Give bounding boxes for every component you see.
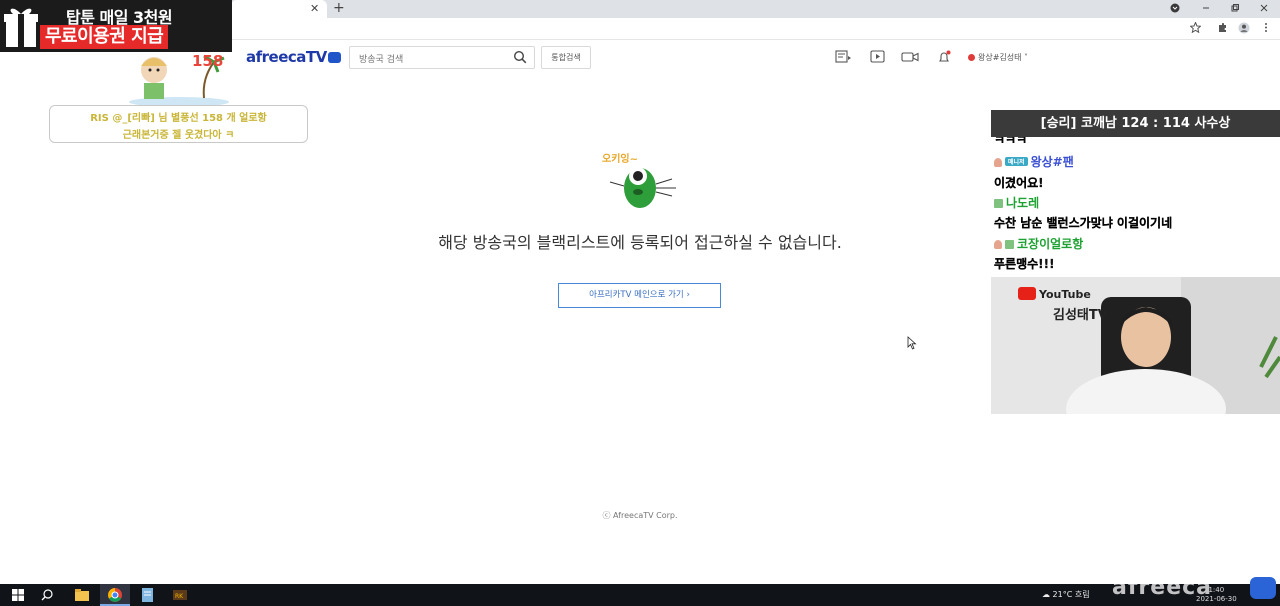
logo-text: afreecaTV [246, 48, 327, 66]
user-name: 왕상#김성태 ˅ [978, 53, 1029, 62]
chat-username: 코장이얼로항 [1017, 237, 1084, 251]
mouse-cursor-icon [907, 336, 917, 350]
logo-tv-icon [327, 52, 341, 63]
chat-message: 수찬 남순 밸런스가맞냐 이걸이기네 [994, 216, 1173, 230]
blacklist-message: 해당 방송국의 블랙리스트에 등록되어 접근하실 수 없습니다. [438, 233, 842, 252]
chrome-icon[interactable] [106, 586, 124, 604]
chat-username: 왕상#팬 [1030, 155, 1074, 169]
chat-overlay: ㅋㅋㅋ 매니저 왕상#팬 이겼어요! 나도레 수찬 남순 밸런스가맞냐 이걸이기네… [991, 137, 1280, 277]
weather-text: 21°C 흐림 [1052, 590, 1090, 599]
file-explorer-icon[interactable] [73, 586, 91, 604]
copyright-text: ⓒ AfreecaTV Corp. [602, 511, 678, 520]
chat-message: 이겼어요! [994, 176, 1044, 190]
station-search-input[interactable] [350, 49, 500, 71]
taskbar-search-icon[interactable] [40, 586, 58, 604]
promo-subline: 무료이용권 지급 [40, 25, 169, 49]
close-window-icon[interactable] [1259, 3, 1269, 13]
total-search-button[interactable]: 통합검색 [541, 46, 591, 69]
afreeca-watermark: afreeca [1112, 575, 1212, 600]
donation-message-line2: 근래본거중 젤 웃겼다아 ㅋ [122, 130, 235, 141]
donation-message-box: RIS @_[리빠] 님 별풍선 158 개 얼로항 근래본거중 젤 웃겼다아 … [49, 105, 308, 143]
weather-widget[interactable]: ☁ 21°C 흐림 [1042, 589, 1090, 600]
user-level-icon [994, 158, 1002, 167]
chat-user-row: 매니저 왕상#팬 [994, 153, 1074, 170]
chat-user-row: 코장이얼로항 [994, 235, 1083, 252]
chat-user-row: 나도레 [994, 194, 1039, 211]
youtube-logo: YouTube [1018, 287, 1091, 301]
manager-badge: 매니저 [1005, 157, 1028, 166]
station-search-box [349, 46, 535, 71]
screen: ✕ + afreecaTV 통합검색 왕상#김성태 ˅ 오키잉~ 해당 방송국의… [0, 0, 1280, 606]
app-icon[interactable]: RK [171, 586, 189, 604]
new-tab-button[interactable]: + [333, 0, 345, 16]
bookmark-star-icon[interactable] [1190, 22, 1201, 33]
svg-text:오키잉~: 오키잉~ [602, 152, 638, 165]
user-level-icon [994, 240, 1002, 249]
minimize-icon[interactable] [1201, 3, 1211, 13]
extensions-icon[interactable] [1217, 22, 1228, 33]
close-tab-icon[interactable]: ✕ [310, 2, 319, 15]
youtube-brand: YouTube [1039, 288, 1091, 301]
afreeca-tv-watermark-icon [1250, 577, 1276, 599]
user-menu[interactable]: 왕상#김성태 ˅ [968, 52, 1028, 63]
chat-message: 푸른맹수!!! [994, 257, 1055, 271]
notepad-icon[interactable] [139, 586, 157, 604]
channel-name: 김성태TV [1053, 308, 1108, 323]
account-icon[interactable] [1238, 22, 1250, 34]
browser-menu-icon[interactable] [1264, 22, 1268, 33]
notification-bell-icon[interactable] [937, 50, 955, 64]
profile-menu-icon[interactable] [1170, 3, 1180, 13]
broadcast-camera-icon[interactable] [901, 50, 919, 64]
youtube-play-icon [1018, 287, 1036, 300]
cloud-icon: ☁ [1042, 590, 1050, 599]
afreecatv-logo[interactable]: afreecaTV [246, 48, 341, 66]
search-icon[interactable] [513, 50, 527, 64]
chat-username: 나도레 [1006, 196, 1040, 210]
match-score-banner: [승리] 코깨남 124 : 114 사수상 [991, 110, 1280, 137]
chat-message: ㅋㅋㅋ [994, 137, 1028, 147]
gift-box-icon [4, 8, 38, 47]
donation-message-line1: RIS @_[리빠] 님 별풍선 158 개 얼로항 [90, 113, 267, 124]
restore-icon[interactable] [1230, 3, 1240, 13]
fan-badge-icon [1005, 240, 1014, 249]
mascot-illustration: 오키잉~ [602, 152, 676, 208]
windows-start-icon[interactable] [12, 589, 24, 601]
go-to-main-button[interactable]: 아프리카TV 메인으로 가기 › [558, 283, 721, 308]
my-list-icon[interactable] [835, 50, 853, 64]
promo-banner: 탑툰 매일 3천원 무료이용권 지급 [0, 0, 232, 52]
fan-badge-icon [994, 199, 1003, 208]
svg-text:RK: RK [175, 593, 184, 600]
webcam-overlay: YouTube 김성태TV [991, 277, 1280, 414]
vod-icon[interactable] [870, 50, 888, 64]
donation-count: 158 [192, 52, 224, 70]
user-status-icon [968, 54, 975, 61]
